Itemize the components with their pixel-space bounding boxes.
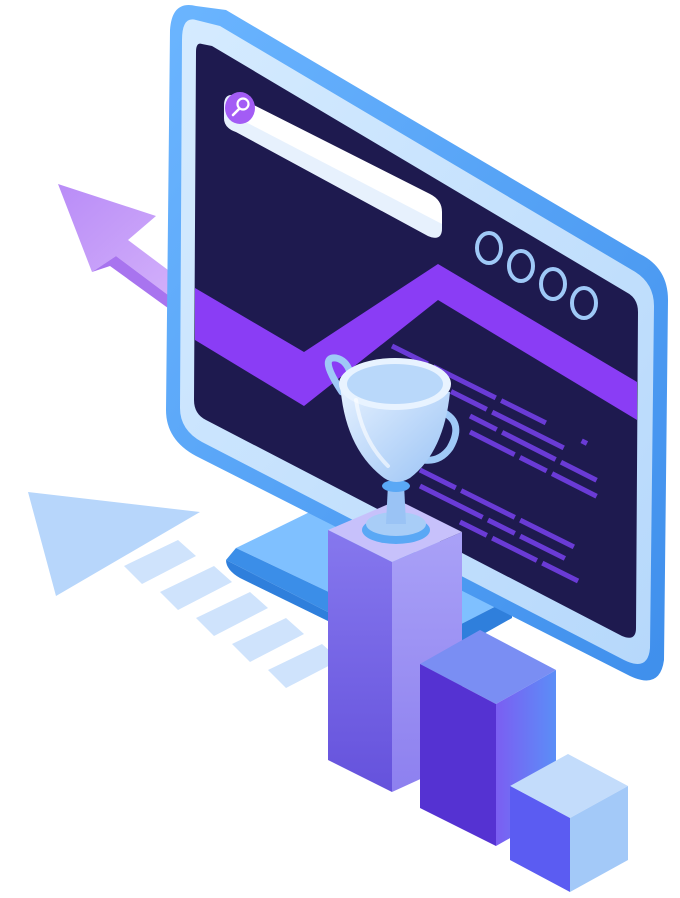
search-icon[interactable] — [225, 92, 255, 124]
stripe — [160, 566, 232, 610]
stripe — [232, 618, 304, 662]
stripe — [196, 592, 268, 636]
illustration-canvas — [28, 5, 668, 892]
